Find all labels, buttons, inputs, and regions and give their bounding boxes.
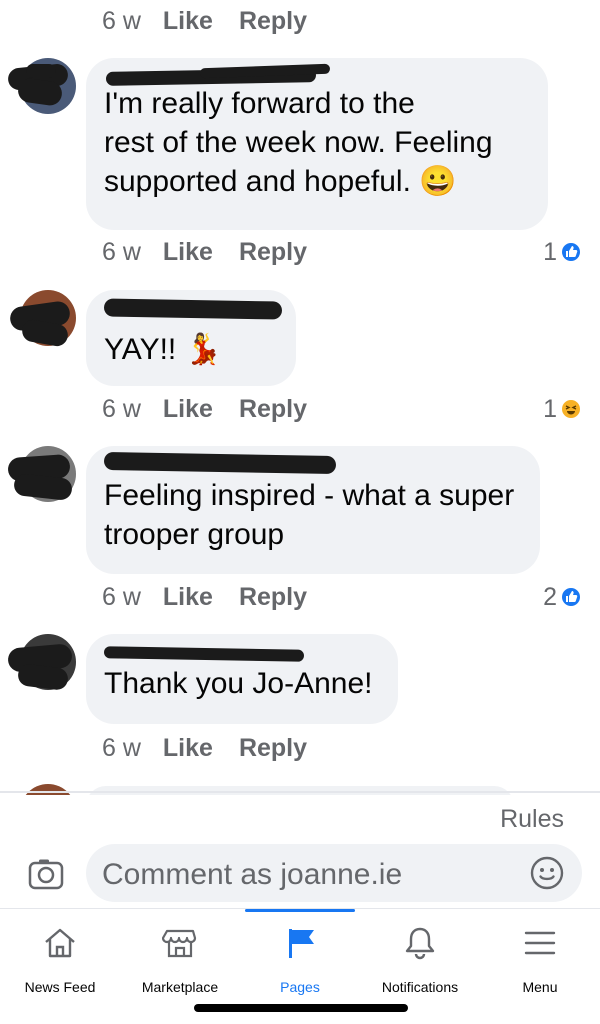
comment-time: 6 w	[102, 394, 141, 423]
divider	[0, 791, 600, 793]
home-indicator	[194, 1004, 408, 1012]
tab-label: Menu	[522, 979, 558, 995]
avatar[interactable]	[14, 784, 76, 795]
comment-placeholder: Comment as joanne.ie	[102, 858, 403, 891]
like-button[interactable]: Like	[163, 734, 213, 763]
redacted-name[interactable]	[104, 58, 530, 86]
like-icon	[560, 586, 582, 608]
comment-bubble: YAY!! 💃	[86, 290, 296, 386]
tab-label: Marketplace	[141, 979, 219, 995]
like-icon	[560, 241, 582, 263]
camera-icon[interactable]	[28, 858, 64, 890]
reaction-count[interactable]: 2	[543, 583, 582, 611]
bell-icon	[402, 925, 438, 961]
menu-icon	[522, 925, 558, 961]
like-button[interactable]: Like	[163, 395, 213, 424]
comment-text: Feeling inspired - what a super trooper …	[104, 479, 515, 551]
active-tab-indicator	[245, 909, 355, 912]
avatar[interactable]	[7, 446, 76, 508]
tab-news-feed[interactable]: News Feed	[0, 921, 120, 1001]
avatar[interactable]	[7, 634, 76, 696]
reply-button[interactable]: Reply	[239, 583, 307, 612]
avatar[interactable]	[8, 290, 76, 352]
reply-button[interactable]: Reply	[239, 395, 307, 424]
tab-marketplace[interactable]: Marketplace	[120, 921, 240, 1001]
comment-meta: 6 w Like Reply	[102, 6, 333, 36]
comment-bubble: Feeling inspired - what a super trooper …	[86, 446, 540, 574]
redacted-name[interactable]	[103, 446, 522, 475]
flag-icon	[282, 925, 318, 961]
comment-bubble: Thank you Jo-Anne!	[86, 634, 398, 724]
comment-text: Thank you Jo-Anne!	[104, 667, 373, 700]
emoji-icon[interactable]	[530, 856, 564, 890]
like-button[interactable]: Like	[163, 238, 213, 267]
tab-menu[interactable]: Menu	[480, 921, 600, 1001]
rules-link[interactable]: Rules	[500, 805, 564, 834]
reaction-count[interactable]: 1	[543, 395, 582, 423]
reply-button[interactable]: Reply	[239, 7, 307, 36]
comment-feed[interactable]: 6 w Like Reply I'm really forward to the…	[0, 0, 600, 795]
home-icon	[42, 925, 78, 961]
comment-text: I'm really forward to the rest of the we…	[104, 87, 493, 198]
redacted-name[interactable]	[103, 634, 380, 662]
comment-meta: 6 w Like Reply	[102, 394, 333, 424]
comment-time: 6 w	[102, 6, 141, 35]
like-button[interactable]: Like	[163, 583, 213, 612]
comment-time: 6 w	[102, 237, 141, 266]
marketplace-icon	[161, 925, 198, 961]
reply-button[interactable]: Reply	[239, 734, 307, 763]
reaction-count[interactable]: 1	[543, 238, 582, 266]
comment-text: YAY!! 💃	[104, 333, 222, 366]
tab-label: Pages	[280, 979, 320, 995]
comment-input[interactable]: Comment as joanne.ie	[86, 844, 582, 902]
comment-time: 6 w	[102, 582, 141, 611]
redacted-name[interactable]	[103, 290, 283, 320]
comment-meta: 6 w Like Reply	[102, 237, 333, 267]
comment-time: 6 w	[102, 733, 141, 762]
haha-icon	[560, 398, 582, 420]
tab-label: Notifications	[381, 979, 459, 995]
tab-label: News Feed	[24, 979, 96, 995]
avatar[interactable]	[7, 58, 76, 120]
comment-bubble: I'm really forward to the rest of the we…	[86, 58, 548, 230]
like-button[interactable]: Like	[163, 7, 213, 36]
comment-composer: Comment as joanne.ie	[0, 842, 600, 906]
tab-notifications[interactable]: Notifications	[360, 921, 480, 1001]
reply-button[interactable]: Reply	[239, 238, 307, 267]
comment-meta: 6 w Like Reply	[102, 582, 333, 612]
comment-meta: 6 w Like Reply	[102, 733, 333, 763]
tab-pages[interactable]: Pages	[240, 921, 360, 1001]
